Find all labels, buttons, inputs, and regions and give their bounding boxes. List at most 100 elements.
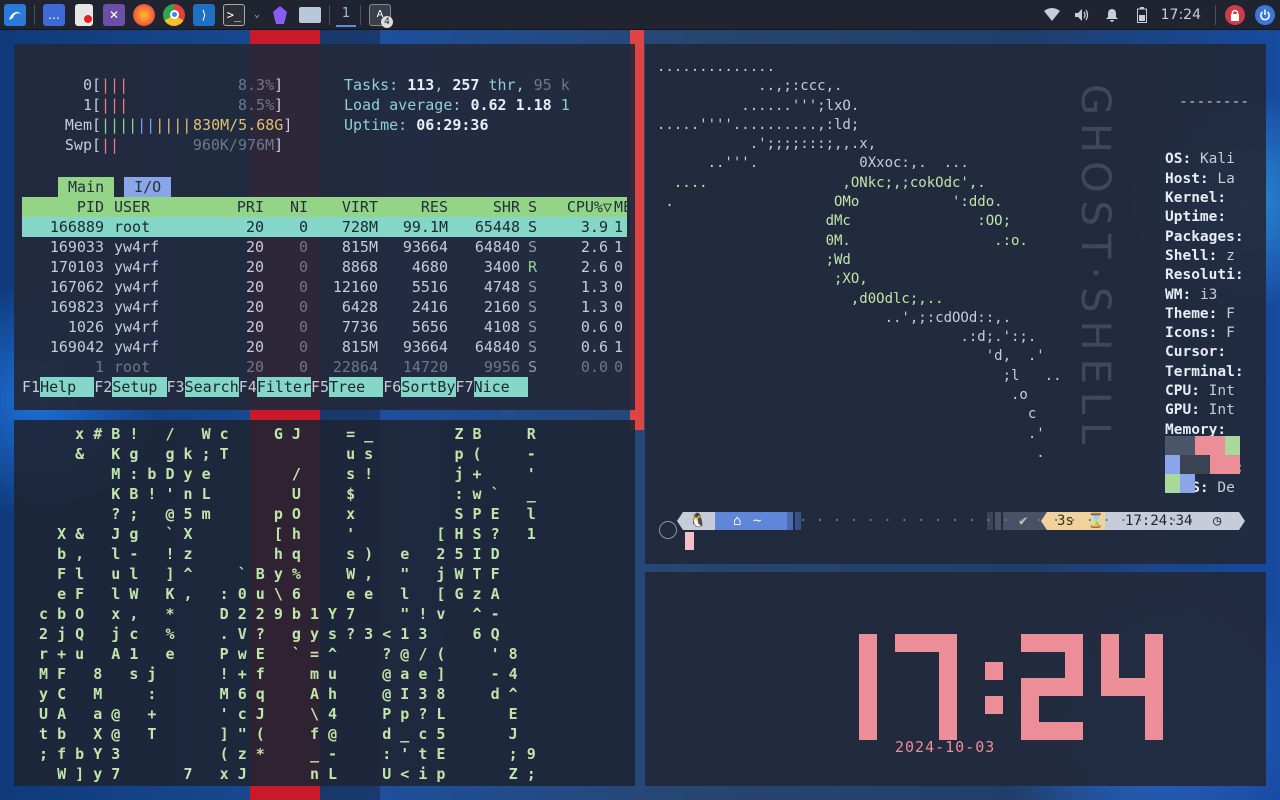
fastfetch-terminal[interactable]: GHOST·SHELL .............. ..,;:ccc,. ..… — [645, 44, 1266, 564]
htop-terminal[interactable]: 0[||| 8.3%] 1[||| 8.5%] Mem[|||||||||| 830M… — [14, 44, 635, 410]
col-cpu[interactable]: CPU%▽ — [542, 197, 612, 217]
process-row[interactable]: 170103 yw4rf 20 0 8868 4680 3400 R 2.6 0 — [22, 257, 627, 277]
show-desktop-button[interactable]: … — [39, 0, 69, 30]
volume-icon[interactable] — [1067, 0, 1097, 30]
launcher-expand[interactable]: ⌄ — [249, 0, 265, 30]
process-ni: 0 — [298, 298, 308, 316]
process-pid: 169033 — [49, 238, 104, 256]
process-row[interactable]: 169042 yw4rf 20 0 815M 93664 64840 S 0.6 1 — [22, 337, 627, 357]
col-ni[interactable]: NI — [272, 197, 308, 217]
process-ni: 0 — [298, 338, 308, 356]
kali-menu-icon — [4, 3, 26, 26]
col-virt[interactable]: VIRT — [312, 197, 378, 217]
color-palette — [1165, 436, 1253, 493]
battery-icon[interactable] — [1127, 0, 1157, 30]
info-key: Packages — [1165, 228, 1235, 245]
process-table-header: PID USER PRI NI VIRT RES SHR S CPU%▽ MEM — [22, 197, 628, 217]
prompt-time: 17:24:34 — [1125, 513, 1193, 529]
palette-swatch — [1225, 455, 1240, 474]
obsidian-launcher[interactable] — [265, 0, 295, 30]
process-ni: 0 — [298, 218, 308, 236]
tree-button[interactable]: Tree — [329, 377, 384, 397]
col-pri[interactable]: PRI — [202, 197, 264, 217]
info-value: Kali — [1199, 151, 1235, 168]
process-res: 99.1M — [402, 218, 448, 236]
process-virt: 22864 — [332, 358, 378, 376]
process-row[interactable]: 1 root 20 0 22864 14720 9956 S 0.0 0 — [22, 357, 627, 377]
ascii-line: .....''''..........,:ld; — [657, 116, 860, 133]
ascii-line: ,d0Odlc;,.. — [657, 290, 944, 307]
fkey-number: F6 — [383, 378, 402, 396]
process-mem: 0 — [614, 358, 624, 376]
col-user[interactable]: USER — [114, 197, 194, 217]
ascii-line: ..'''. 0Xxoc:,. ... — [657, 155, 969, 172]
ascii-line: .... ,ONkc;,;cokOdc',. — [657, 174, 986, 191]
topbar-clock[interactable]: 17:24 — [1157, 7, 1211, 23]
power-icon — [1255, 5, 1275, 25]
terminal-window-launcher[interactable]: ✕ — [99, 0, 129, 30]
vscode-launcher[interactable]: ⟩ — [189, 0, 219, 30]
process-row[interactable]: 166889 root 20 0 728M 99.1M 65448 S 3.9 1 — [22, 217, 627, 237]
palette-swatch — [1195, 436, 1210, 455]
notifications-bell-icon[interactable] — [1097, 0, 1127, 30]
process-row[interactable]: 169033 yw4rf 20 0 815M 93664 64840 S 2.6 1 — [22, 237, 627, 257]
col-state[interactable]: S — [528, 197, 542, 217]
info-line: Uptime: — [1165, 209, 1227, 226]
process-s: S — [528, 278, 538, 296]
process-ni: 0 — [298, 238, 308, 256]
process-cpu: 3.9 — [580, 218, 608, 236]
search-button[interactable]: Search — [184, 377, 239, 397]
nice-button[interactable]: Nice — [473, 377, 528, 397]
info-line: Theme: F — [1165, 305, 1235, 322]
uptime: Uptime: 06:29:36 — [344, 116, 489, 134]
notification-badge: 4 — [381, 15, 393, 28]
col-pid[interactable]: PID — [22, 197, 104, 217]
clock-terminal[interactable]: 2024-10-03 — [645, 572, 1266, 786]
process-row[interactable]: 167062 yw4rf 20 0 12160 5516 4748 S 1.3 0 — [22, 277, 627, 297]
col-res[interactable]: RES — [380, 197, 448, 217]
info-key: CPU — [1165, 383, 1192, 400]
tab-io[interactable]: I/O — [124, 177, 172, 197]
process-res: 14720 — [402, 358, 448, 376]
lock-screen-button[interactable] — [1220, 0, 1250, 30]
setup-button[interactable]: Setup — [112, 377, 167, 397]
ascii-line: ..,;:ccc,. — [657, 78, 843, 95]
ascii-line: ......''';lxO. — [657, 97, 860, 114]
process-pid: 169823 — [49, 298, 104, 316]
workspace-1-button[interactable]: 1 — [336, 3, 356, 27]
wifi-icon[interactable] — [1037, 0, 1067, 30]
separator — [34, 4, 35, 25]
clock-digit — [815, 634, 877, 740]
process-mem: 1 — [614, 238, 624, 256]
wallpaper-lettering: GHOST·SHELL — [1072, 84, 1118, 453]
ascii-line: dMc :OO; — [657, 213, 1012, 230]
swap-meter: Swp[|| 960K/976M] — [64, 136, 284, 154]
cmatrix-terminal[interactable]: x # B ! / W c G J = _ Z B R & K g g k ; … — [14, 420, 635, 786]
tab-main[interactable]: Main — [58, 177, 115, 197]
sortby-button[interactable]: SortBy — [401, 377, 456, 397]
process-s: S — [528, 298, 538, 316]
process-row[interactable]: 1026 yw4rf 20 0 7736 5656 4108 S 0.6 0 — [22, 317, 627, 337]
firefox-launcher[interactable] — [129, 0, 159, 30]
palette-swatch — [1225, 436, 1240, 455]
kali-menu-button[interactable] — [0, 0, 30, 30]
status-check: ✔ — [1019, 513, 1028, 529]
process-pid: 170103 — [49, 258, 104, 276]
ascii-line: 0M. .:o. — [657, 232, 1028, 249]
files-launcher[interactable] — [69, 0, 99, 30]
folder-launcher[interactable] — [295, 0, 325, 30]
process-pri: 20 — [245, 298, 264, 316]
matrix-row: c b O x , * D 2 2 9 b 1 Y 7 " ! v ^ - — [30, 605, 500, 623]
terminal-launcher[interactable]: >_ — [219, 0, 249, 30]
process-pri: 20 — [245, 358, 264, 376]
help-button[interactable]: Help — [40, 377, 95, 397]
process-cpu: 2.6 — [580, 238, 608, 256]
power-button[interactable] — [1250, 0, 1280, 30]
running-app-button[interactable]: A 4 — [365, 0, 395, 30]
process-row[interactable]: 169823 yw4rf 20 0 6428 2416 2160 S 1.3 0 — [22, 297, 627, 317]
chrome-launcher[interactable] — [159, 0, 189, 30]
command-duration: 3s — [1057, 513, 1074, 529]
filter-button[interactable]: Filter — [256, 377, 311, 397]
col-shr[interactable]: SHR — [450, 197, 520, 217]
col-mem[interactable]: MEM — [614, 197, 628, 217]
